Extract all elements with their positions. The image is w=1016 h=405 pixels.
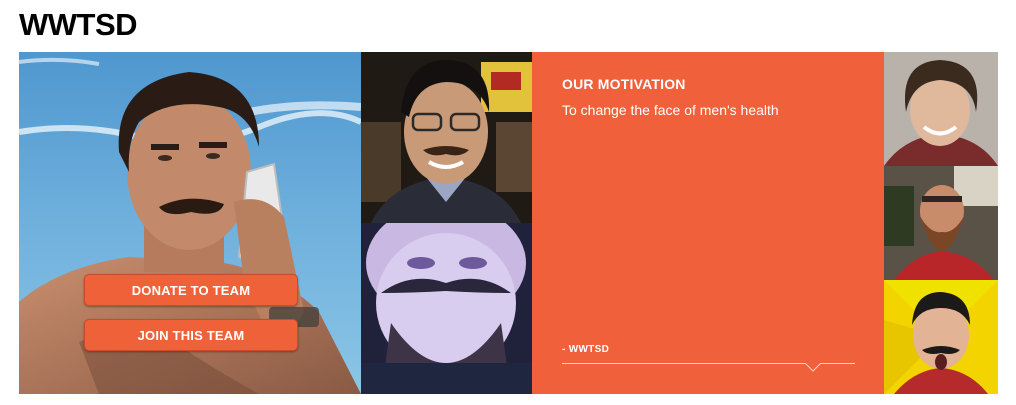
team-member-photo	[884, 280, 998, 394]
team-member-photo	[884, 166, 998, 280]
team-member-photo	[361, 52, 532, 223]
motivation-panel: OUR MOTIVATION To change the face of men…	[532, 52, 884, 394]
divider-pointer-icon	[805, 363, 821, 372]
join-this-team-button[interactable]: JOIN THIS TEAM	[84, 319, 298, 351]
motivation-heading: OUR MOTIVATION	[562, 76, 686, 92]
team-title: WWTSD	[19, 7, 138, 42]
motivation-text: To change the face of men's health	[562, 102, 779, 118]
motivation-attribution: - WWTSD	[562, 344, 610, 355]
team-member-photo	[361, 223, 532, 394]
team-member-photo	[884, 52, 998, 166]
donate-to-team-button[interactable]: DONATE TO TEAM	[84, 274, 298, 306]
